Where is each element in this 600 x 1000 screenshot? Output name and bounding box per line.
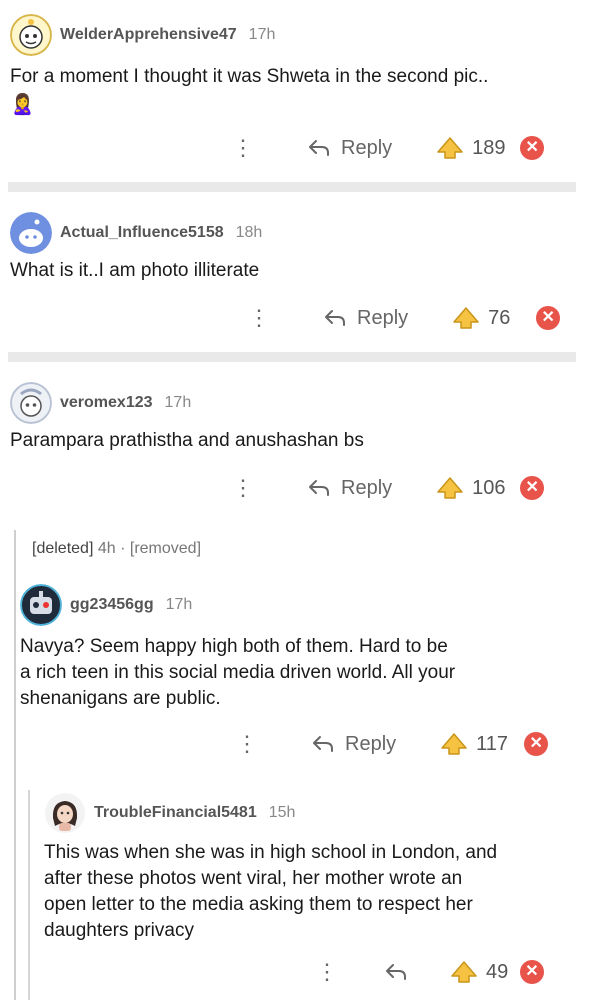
username[interactable]: veromex123 [60,394,153,412]
reply-arrow-icon [309,480,329,496]
comment-body: For a moment I thought it was Shweta in … [10,66,489,87]
vote-controls: 49 ✕ [450,960,544,984]
reply-button[interactable]: Reply [311,733,396,756]
more-options-icon[interactable]: ⋮ [236,733,258,755]
upvote-icon[interactable] [436,136,464,160]
comment-body-line: a rich teen in this social media driven … [20,662,456,683]
removed-status: [removed] [129,540,202,557]
snoo-avatar-icon [10,14,52,56]
girl-avatar-icon [45,793,85,833]
reply-button[interactable]: Reply [307,477,392,500]
more-options-icon[interactable]: ⋮ [232,137,254,159]
comment-meta: veromex123 17h [10,382,191,424]
comment-actions: ⋮ 49 ✕ [316,952,544,992]
reply-arrow-icon [325,310,345,326]
thread-line [14,530,16,1000]
snoo-avatar-icon [10,382,52,424]
robot-avatar-icon [20,584,62,626]
upvote-icon[interactable] [440,732,468,756]
vote-count: 49 [486,960,509,983]
reply-button[interactable]: Reply [323,307,408,330]
comment-actions: ⋮ Reply 106 ✕ [232,468,545,508]
reply-button[interactable] [384,962,408,982]
timestamp: 4h [97,540,116,557]
comment-body: What is it..I am photo illiterate [10,260,260,281]
comment-divider [8,352,576,362]
timestamp: 17h [165,596,193,613]
more-options-icon[interactable]: ⋮ [248,307,270,329]
timestamp: 15h [268,804,296,821]
vote-count: 106 [472,476,506,499]
comment-body: Navya? Seem happy high both of them. Har… [20,634,455,712]
avatar[interactable] [44,792,86,834]
reply-button[interactable]: Reply [307,137,392,160]
separator: · [120,540,126,557]
reply-label: Reply [345,732,397,755]
woman-emoji-icon: 🙎‍♀️ [10,94,35,116]
comment-actions: ⋮ Reply 117 ✕ [236,724,549,764]
deleted-comment: [deleted] 4h · [removed] [32,540,201,558]
username[interactable]: WelderApprehensive47 [60,26,237,44]
timestamp: 17h [248,26,276,43]
more-options-icon[interactable]: ⋮ [316,961,338,983]
downvote-icon[interactable]: ✕ [520,136,545,160]
avatar[interactable] [20,584,62,626]
upvote-icon[interactable] [452,306,480,330]
comment-body: Parampara prathistha and anushashan bs [10,430,364,451]
username[interactable]: TroubleFinancial5481 [94,804,257,822]
username[interactable]: gg23456gg [70,596,154,614]
avatar[interactable] [10,14,52,56]
timestamp: 17h [164,394,192,411]
reply-label: Reply [341,136,393,159]
avatar[interactable] [10,382,52,424]
comment-body-line: This was when she was in high school in … [44,842,498,863]
vote-count: 76 [488,306,511,329]
username[interactable]: Actual_Influence5158 [60,224,224,242]
vote-controls: 189 ✕ [436,136,545,160]
default-avatar-icon [10,212,52,254]
more-options-icon[interactable]: ⋮ [232,477,254,499]
comment-meta: TroubleFinancial5481 15h [44,792,295,834]
reply-arrow-icon [386,964,406,980]
downvote-icon[interactable]: ✕ [520,476,545,500]
comment-body-line: daughters privacy [44,920,194,941]
vote-controls: 106 ✕ [436,476,545,500]
timestamp: 18h [235,224,263,241]
comment-body: This was when she was in high school in … [44,840,497,944]
downvote-icon[interactable]: ✕ [536,306,561,330]
comment-meta: Actual_Influence5158 18h [10,212,262,254]
comment-divider [8,182,576,192]
nested-thread-line [28,790,30,1000]
vote-controls: 76 ✕ [452,306,561,330]
comment-meta: WelderApprehensive47 17h [10,14,275,56]
vote-controls: 117 ✕ [440,732,549,756]
comment-meta: gg23456gg 17h [20,584,192,626]
deleted-user: [deleted] [32,540,94,557]
comment-body-line: after these photos went viral, her mothe… [44,868,463,889]
upvote-icon[interactable] [450,960,478,984]
comment-actions: ⋮ Reply 189 ✕ [232,128,545,168]
reply-arrow-icon [313,736,333,752]
reply-arrow-icon [309,140,329,156]
upvote-icon[interactable] [436,476,464,500]
downvote-icon[interactable]: ✕ [520,960,544,984]
vote-count: 117 [476,732,509,755]
downvote-icon[interactable]: ✕ [524,732,549,756]
reply-label: Reply [341,476,393,499]
comment-body-line: shenanigans are public. [20,688,221,709]
comment-body-line: open letter to the media asking them to … [44,894,473,915]
avatar[interactable] [10,212,52,254]
comment-body-line: Navya? Seem happy high both of them. Har… [20,636,448,657]
vote-count: 189 [472,136,506,159]
comment-actions: ⋮ Reply 76 ✕ [248,298,561,338]
reply-label: Reply [357,306,409,329]
